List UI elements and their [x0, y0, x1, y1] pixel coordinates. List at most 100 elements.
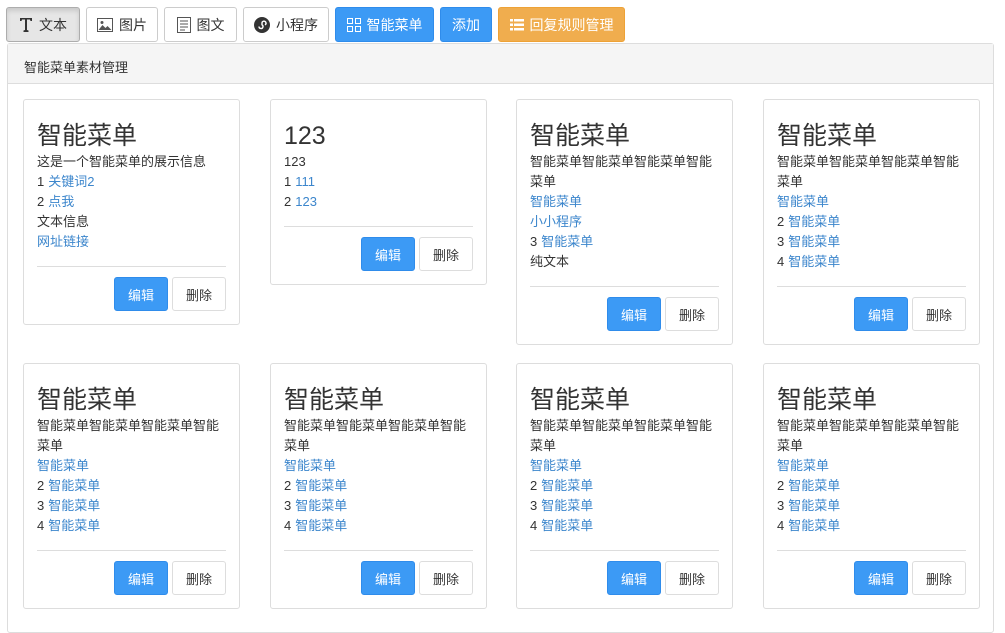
menu-item-link[interactable]: 智能菜单: [48, 498, 100, 513]
menu-item-number: 3: [777, 498, 785, 513]
edit-button[interactable]: 编辑: [114, 561, 168, 595]
card-actions: 编辑 删除: [284, 550, 473, 595]
menu-item: 智能菜单: [530, 192, 719, 212]
menu-item-link[interactable]: 111: [295, 174, 315, 189]
delete-button[interactable]: 删除: [665, 297, 719, 331]
edit-button[interactable]: 编辑: [114, 277, 168, 311]
delete-button[interactable]: 删除: [912, 561, 966, 595]
menu-text: 智能菜单智能菜单智能菜单智能菜单: [777, 152, 966, 192]
card-menu-items: 123 1 111 2 123: [284, 152, 473, 212]
menu-item-link[interactable]: 智能菜单: [295, 498, 347, 513]
menu-item-number: 1: [37, 174, 45, 189]
menu-item-link[interactable]: 智能菜单: [541, 234, 593, 249]
menu-item-link[interactable]: 点我: [48, 194, 74, 209]
tab-smart-menu[interactable]: 智能菜单: [335, 7, 434, 42]
menu-item-link[interactable]: 智能菜单: [541, 498, 593, 513]
menu-item-link[interactable]: 网址链接: [37, 234, 89, 249]
delete-button[interactable]: 删除: [172, 277, 226, 311]
menu-item: 1 关键词2: [37, 172, 226, 192]
menu-item-link[interactable]: 123: [295, 194, 317, 209]
delete-button[interactable]: 删除: [172, 561, 226, 595]
card-menu-items: 智能菜单智能菜单智能菜单智能菜单 智能菜单 2 智能菜单 3 智能菜单 4 智能菜单: [777, 416, 966, 536]
card-title: 智能菜单: [777, 386, 878, 414]
card-title: 123: [284, 122, 326, 150]
edit-button[interactable]: 编辑: [607, 561, 661, 595]
menu-item-link[interactable]: 智能菜单: [530, 458, 582, 473]
menu-item-link[interactable]: 智能菜单: [284, 458, 336, 473]
card-menu-items: 智能菜单智能菜单智能菜单智能菜单 智能菜单 2 智能菜单 3 智能菜单 4 智能菜单: [284, 416, 473, 536]
menu-item-link[interactable]: 智能菜单: [788, 498, 840, 513]
menu-item-number: 4: [284, 518, 292, 533]
delete-button[interactable]: 删除: [419, 561, 473, 595]
delete-button[interactable]: 删除: [912, 297, 966, 331]
edit-button[interactable]: 编辑: [607, 297, 661, 331]
smart-menu-card: 智能菜单 智能菜单智能菜单智能菜单智能菜单 智能菜单 小小程序 3 智能菜单 纯文本 编辑 删除: [516, 99, 733, 345]
smart-menu-card: 智能菜单 智能菜单智能菜单智能菜单智能菜单 智能菜单 2 智能菜单 3 智能菜单 4 智能菜单编…: [763, 363, 980, 609]
menu-text: 文本信息: [37, 212, 226, 232]
menu-item-link[interactable]: 智能菜单: [788, 234, 840, 249]
edit-button[interactable]: 编辑: [361, 561, 415, 595]
menu-item-link[interactable]: 智能菜单: [541, 518, 593, 533]
delete-button[interactable]: 删除: [665, 561, 719, 595]
menu-item-link[interactable]: 小小程序: [530, 214, 582, 229]
menu-item: 4 智能菜单: [777, 252, 966, 272]
card-title: 智能菜单: [530, 122, 631, 150]
edit-button[interactable]: 编辑: [854, 297, 908, 331]
menu-item-number: 2: [37, 478, 45, 493]
menu-item-number: 2: [777, 478, 785, 493]
add-button-label: 添加: [452, 16, 480, 33]
menu-item-link[interactable]: 智能菜单: [788, 518, 840, 533]
material-type-toolbar: 文本 图片 图文 小程序 智能菜单 添加 回复规则管理: [6, 7, 631, 42]
menu-item-link[interactable]: 智能菜单: [530, 194, 582, 209]
smart-menu-card: 智能菜单 这是一个智能菜单的展示信息 1 关键词2 2 点我 文本信息 网址链接 编辑 删除: [23, 99, 240, 325]
smart-menu-card: 123 123 1 111 2 123 编辑 删除: [270, 99, 487, 285]
card-actions: 编辑 删除: [530, 286, 719, 331]
menu-item: 4 智能菜单: [530, 516, 719, 536]
tab-image[interactable]: 图片: [86, 7, 158, 42]
menu-item-link[interactable]: 智能菜单: [777, 194, 829, 209]
card-menu-items: 智能菜单智能菜单智能菜单智能菜单 智能菜单 2 智能菜单 3 智能菜单 4 智能菜单: [530, 416, 719, 536]
menu-item-link[interactable]: 智能菜单: [295, 518, 347, 533]
reply-rules-button[interactable]: 回复规则管理: [498, 7, 625, 42]
menu-item-text: 智能菜单智能菜单智能菜单智能菜单: [777, 154, 960, 189]
edit-button[interactable]: 编辑: [361, 237, 415, 271]
menu-item-link[interactable]: 智能菜单: [37, 458, 89, 473]
menu-text: 123: [284, 152, 473, 172]
menu-item: 2 智能菜单: [37, 476, 226, 496]
menu-item: 3 智能菜单: [530, 232, 719, 252]
text-format-icon: [19, 17, 33, 33]
edit-button[interactable]: 编辑: [854, 561, 908, 595]
menu-item-number: 2: [777, 214, 785, 229]
menu-item-number: 2: [284, 478, 292, 493]
tab-news-label: 图文: [196, 16, 225, 33]
smart-menu-card: 智能菜单 智能菜单智能菜单智能菜单智能菜单 智能菜单 2 智能菜单 3 智能菜单 4 智能菜单编…: [763, 99, 980, 345]
tab-miniapp[interactable]: 小程序: [243, 7, 329, 42]
menu-item-text: 纯文本: [530, 254, 570, 269]
menu-text: 智能菜单智能菜单智能菜单智能菜单: [530, 416, 719, 456]
card-actions: 编辑 删除: [777, 286, 966, 331]
menu-item: 3 智能菜单: [284, 496, 473, 516]
menu-item-link[interactable]: 关键词2: [48, 174, 94, 189]
tab-text[interactable]: 文本: [6, 7, 80, 42]
menu-item: 智能菜单: [37, 456, 226, 476]
card-actions: 编辑 删除: [37, 550, 226, 595]
menu-item-text: 智能菜单智能菜单智能菜单智能菜单: [777, 418, 960, 453]
card-title: 智能菜单: [37, 122, 138, 150]
menu-item-link[interactable]: 智能菜单: [788, 214, 840, 229]
menu-item-link[interactable]: 智能菜单: [48, 478, 100, 493]
menu-item-link[interactable]: 智能菜单: [295, 478, 347, 493]
tab-news[interactable]: 图文: [164, 7, 237, 42]
card-title: 智能菜单: [777, 122, 878, 150]
menu-item-link[interactable]: 智能菜单: [788, 478, 840, 493]
menu-item-link[interactable]: 智能菜单: [48, 518, 100, 533]
menu-item-link[interactable]: 智能菜单: [541, 478, 593, 493]
menu-item-number: 4: [37, 518, 45, 533]
add-button[interactable]: 添加: [440, 7, 492, 42]
delete-button[interactable]: 删除: [419, 237, 473, 271]
menu-item-link[interactable]: 智能菜单: [788, 254, 840, 269]
menu-item: 智能菜单: [530, 456, 719, 476]
grid-icon: [346, 17, 361, 32]
menu-item-number: 2: [530, 478, 538, 493]
menu-item-link[interactable]: 智能菜单: [777, 458, 829, 473]
smart-menu-card: 智能菜单 智能菜单智能菜单智能菜单智能菜单 智能菜单 2 智能菜单 3 智能菜单 4 智能菜单编…: [23, 363, 240, 609]
